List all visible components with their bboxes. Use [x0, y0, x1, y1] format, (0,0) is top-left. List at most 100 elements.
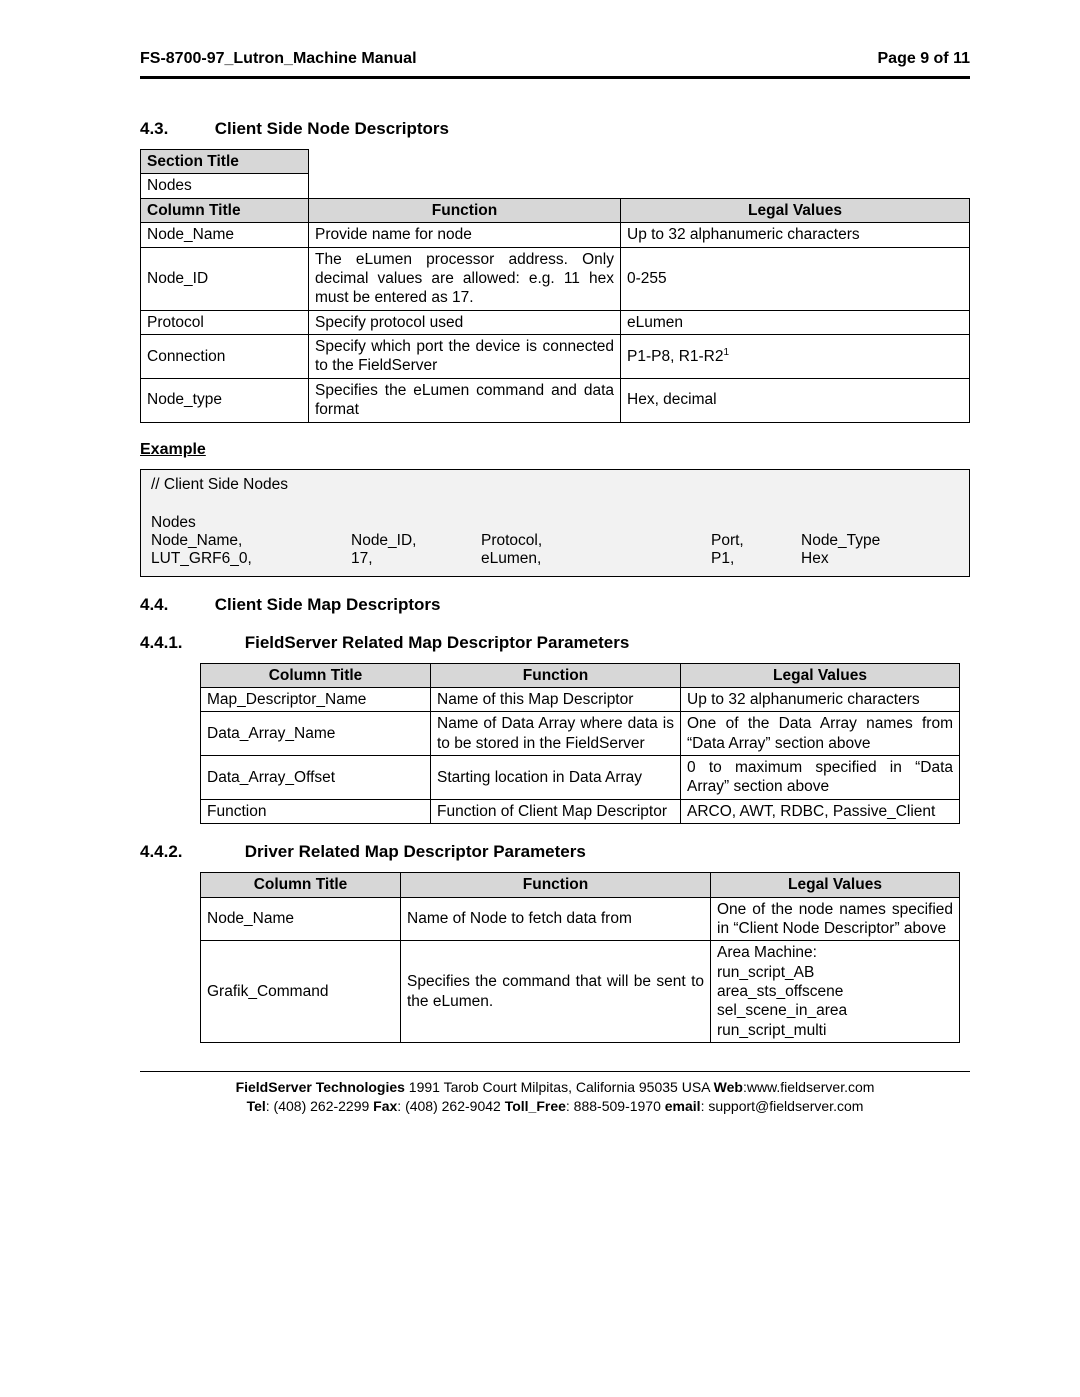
footer-tollfree: : 888-509-1970	[566, 1098, 665, 1114]
cell: Provide name for node	[309, 223, 621, 247]
cell: Name of Data Array where data is to be s…	[431, 712, 681, 756]
code-data-row: LUT_GRF6_0, 17, eLumen, P1, Hex	[151, 550, 959, 568]
cell: Starting location in Data Array	[431, 756, 681, 800]
func-header: Function	[431, 663, 681, 687]
document-page: FS-8700-97_Lutron_Machine Manual Page 9 …	[0, 0, 1080, 1146]
footer-fax: : (408) 262-9042	[397, 1098, 504, 1114]
section-4-4-1-heading: 4.4.1. FieldServer Related Map Descripto…	[140, 633, 970, 653]
code-col: Node_Name,	[151, 532, 351, 550]
code-col: P1,	[711, 550, 801, 568]
code-col: 17,	[351, 550, 481, 568]
driver-map-table: Column Title Function Legal Values Node_…	[200, 872, 960, 1043]
example-label: Example	[140, 441, 970, 459]
table-row: Data_Array_Name Name of Data Array where…	[201, 712, 960, 756]
func-header: Function	[401, 873, 711, 897]
example-code-box: // Client Side Nodes Nodes Node_Name, No…	[140, 469, 970, 577]
code-col: LUT_GRF6_0,	[151, 550, 351, 568]
code-col: Node_ID,	[351, 532, 481, 550]
section-title-header: Section Title	[141, 150, 309, 174]
table-row: Node_Name Name of Node to fetch data fro…	[201, 897, 960, 941]
table-row: Protocol Specify protocol used eLumen	[141, 310, 970, 334]
footer-company: FieldServer Technologies	[236, 1079, 405, 1095]
cell: Grafik_Command	[201, 941, 401, 1043]
section-4-4-heading: 4.4. Client Side Map Descriptors	[140, 595, 970, 615]
spacer	[151, 494, 959, 514]
page-footer: FieldServer Technologies 1991 Tarob Cour…	[140, 1078, 970, 1116]
col-header: Column Title	[201, 663, 431, 687]
cell: Name of Node to fetch data from	[401, 897, 711, 941]
header-left: FS-8700-97_Lutron_Machine Manual	[140, 50, 417, 68]
legal-header: Legal Values	[711, 873, 960, 897]
cell: Data_Array_Name	[201, 712, 431, 756]
node-descriptors-table: Section Title Nodes Column Title Functio…	[140, 149, 970, 423]
page-header: FS-8700-97_Lutron_Machine Manual Page 9 …	[140, 50, 970, 72]
cell: Up to 32 alphanumeric characters	[621, 223, 970, 247]
cell: Specifies the command that will be sent …	[401, 941, 711, 1043]
section-title: Client Side Map Descriptors	[215, 595, 441, 614]
table-row: Connection Specify which port the device…	[141, 335, 970, 379]
cell: Protocol	[141, 310, 309, 334]
cell: Specify protocol used	[309, 310, 621, 334]
cell: One of the node names specified in “Clie…	[711, 897, 960, 941]
table-row: Grafik_Command Specifies the command tha…	[201, 941, 960, 1043]
superscript: 1	[723, 347, 729, 358]
cell: ARCO, AWT, RDBC, Passive_Client	[681, 799, 960, 823]
func-header: Function	[309, 198, 621, 222]
cell: Hex, decimal	[621, 378, 970, 422]
empty-cell	[309, 174, 970, 198]
section-number: 4.3.	[140, 119, 210, 139]
code-col: eLumen,	[481, 550, 711, 568]
header-rule	[140, 76, 970, 79]
footer-line-2: Tel: (408) 262-2299 Fax: (408) 262-9042 …	[140, 1097, 970, 1116]
cell: Node_Name	[141, 223, 309, 247]
code-col: Hex	[801, 550, 829, 568]
cell: Area Machine:run_script_ABarea_sts_offsc…	[711, 941, 960, 1043]
fs-map-table: Column Title Function Legal Values Map_D…	[200, 663, 960, 825]
footer-line-1: FieldServer Technologies 1991 Tarob Cour…	[140, 1078, 970, 1097]
table-row: Map_Descriptor_Name Name of this Map Des…	[201, 687, 960, 711]
cell: Function of Client Map Descriptor	[431, 799, 681, 823]
section-title: Client Side Node Descriptors	[215, 119, 449, 138]
cell: Function	[201, 799, 431, 823]
footer-web: :www.fieldserver.com	[743, 1079, 874, 1095]
header-right: Page 9 of 11	[878, 50, 971, 68]
cell: 0 to maximum specified in “Data Array” s…	[681, 756, 960, 800]
cell: P1-P8, R1-R21	[621, 335, 970, 379]
cell: Map_Descriptor_Name	[201, 687, 431, 711]
cell: One of the Data Array names from “Data A…	[681, 712, 960, 756]
cell: Node_ID	[141, 247, 309, 310]
cell: eLumen	[621, 310, 970, 334]
cell: Connection	[141, 335, 309, 379]
cell: Node_type	[141, 378, 309, 422]
cell: Up to 32 alphanumeric characters	[681, 687, 960, 711]
cell: The eLumen processor address. Only decim…	[309, 247, 621, 310]
section-4-3-heading: 4.3. Client Side Node Descriptors	[140, 119, 970, 139]
footer-address: 1991 Tarob Court Milpitas, California 95…	[405, 1079, 714, 1095]
text: P1-P8, R1-R2	[627, 348, 723, 365]
table-row: Function Function of Client Map Descript…	[201, 799, 960, 823]
section-number: 4.4.	[140, 595, 210, 615]
cell: Name of this Map Descriptor	[431, 687, 681, 711]
legal-header: Legal Values	[621, 198, 970, 222]
cell: Node_Name	[201, 897, 401, 941]
table-row: Data_Array_Offset Starting location in D…	[201, 756, 960, 800]
section-title: Driver Related Map Descriptor Parameters	[245, 842, 586, 861]
footer-email-label: email	[665, 1098, 701, 1114]
cell: Specify which port the device is connect…	[309, 335, 621, 379]
code-col: Protocol,	[481, 532, 711, 550]
section-title-value: Nodes	[141, 174, 309, 198]
footer-rule	[140, 1071, 970, 1078]
section-number: 4.4.2.	[140, 842, 240, 862]
code-col: Port,	[711, 532, 801, 550]
code-col: Node_Type	[801, 532, 880, 550]
legal-header: Legal Values	[681, 663, 960, 687]
section-title: FieldServer Related Map Descriptor Param…	[245, 633, 630, 652]
col-header: Column Title	[201, 873, 401, 897]
section-4-4-2-heading: 4.4.2. Driver Related Map Descriptor Par…	[140, 842, 970, 862]
empty-cell	[309, 150, 970, 174]
footer-web-label: Web	[714, 1079, 743, 1095]
code-section: Nodes	[151, 514, 959, 532]
footer-fax-label: Fax	[373, 1098, 397, 1114]
section-number: 4.4.1.	[140, 633, 240, 653]
code-comment: // Client Side Nodes	[151, 476, 959, 494]
